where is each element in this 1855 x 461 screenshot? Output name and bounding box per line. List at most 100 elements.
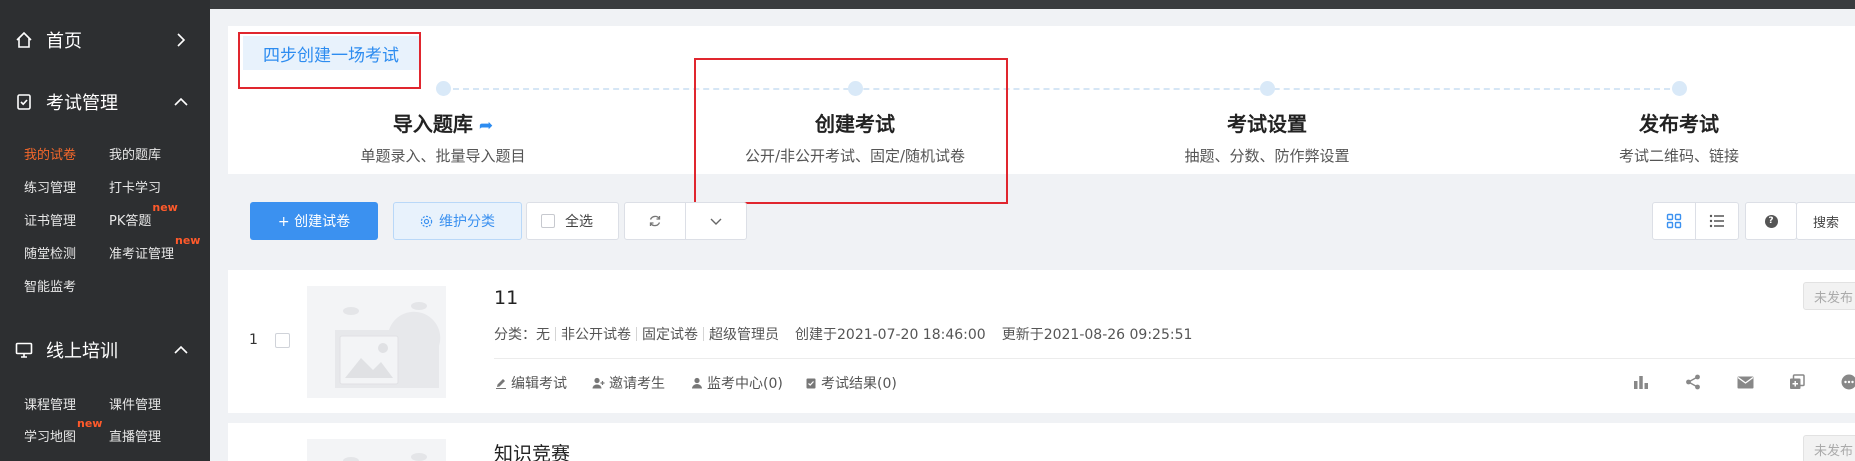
exam-created: 创建于2021-07-20 18:46:00 — [795, 327, 986, 343]
list-view-button[interactable] — [1695, 203, 1738, 239]
question-icon: ? — [1764, 214, 1778, 228]
exam-results-link[interactable]: 考试结果(0) — [804, 373, 897, 393]
select-all-checkbox[interactable]: 全选 — [526, 202, 619, 240]
sidebar-item-courseware[interactable]: 课件管理 — [109, 394, 161, 413]
sidebar-item-learning-map[interactable]: 学习地图new — [24, 417, 102, 445]
help-button[interactable]: ? — [1745, 202, 1797, 240]
exam-title[interactable]: 知识竞赛 — [494, 439, 570, 461]
new-badge: new — [77, 417, 103, 430]
highlight-outline — [694, 58, 1008, 204]
stats-icon[interactable] — [1631, 372, 1651, 392]
share-icon: ➦ — [478, 116, 494, 136]
divider — [636, 327, 637, 341]
sidebar-item-courses[interactable]: 课程管理 — [24, 394, 76, 413]
chevron-down-icon — [710, 218, 722, 225]
divider — [703, 327, 704, 341]
exam-meta: 分类：无 非公开试卷 固定试卷 超级管理员 创建于2021-07-20 18:4… — [494, 324, 1192, 344]
chevron-up-icon — [170, 91, 192, 113]
grid-icon — [1666, 213, 1682, 229]
status-badge: 未发布 — [1803, 435, 1855, 461]
step-desc: 抽题、分数、防作弊设置 — [1184, 147, 1350, 165]
proctor-center-link[interactable]: 监考中心(0) — [690, 373, 783, 393]
home-icon — [14, 30, 34, 50]
card-divider — [494, 358, 1855, 359]
exam-visibility: 非公开试卷 — [561, 327, 631, 343]
more-icon[interactable] — [1839, 372, 1855, 392]
edit-icon — [494, 377, 507, 390]
select-all-label: 全选 — [565, 214, 593, 230]
sidebar-item-check-in[interactable]: 打卡学习 — [109, 177, 161, 196]
step-dot — [436, 81, 451, 96]
sidebar-section-home[interactable]: 首页 — [0, 20, 210, 60]
row-index: 1 — [249, 332, 258, 348]
highlight-outline — [238, 32, 421, 89]
monitor-icon — [14, 340, 34, 360]
share-icon[interactable] — [1683, 372, 1703, 392]
edit-exam-link[interactable]: 编辑考试 — [494, 373, 567, 393]
chevron-up-icon — [170, 339, 192, 361]
exam-card — [228, 423, 1855, 461]
divider — [555, 327, 556, 341]
status-badge: 未发布 — [1803, 282, 1855, 310]
sidebar-item-pk-quiz[interactable]: PK答题new — [109, 201, 178, 229]
step-dot — [1260, 81, 1275, 96]
exam-paper-type: 固定试卷 — [642, 327, 698, 343]
search-label: 搜索 — [1813, 215, 1840, 231]
maintain-category-button[interactable]: 维护分类 — [393, 202, 522, 240]
sidebar-item-label: 学习地图 — [24, 430, 77, 446]
invite-candidates-label: 邀请考生 — [609, 376, 665, 392]
maintain-category-label: 维护分类 — [439, 214, 495, 230]
chevron-right-icon — [170, 29, 192, 51]
dropdown-button[interactable] — [685, 203, 746, 239]
exam-category: 分类：无 — [494, 327, 550, 343]
top-bar — [210, 0, 1855, 9]
exam-updated: 更新于2021-08-26 09:25:51 — [1001, 327, 1193, 343]
clipboard-icon — [804, 377, 817, 390]
sidebar-item-admission-ticket[interactable]: 准考证管理new — [109, 234, 200, 262]
step-desc: 考试二维码、链接 — [1618, 147, 1740, 165]
sidebar-item-label: PK答题 — [109, 214, 152, 230]
person-icon — [690, 377, 703, 390]
copy-icon[interactable] — [1787, 372, 1807, 392]
step-title-import[interactable]: 导入题库 ➦ — [393, 108, 493, 137]
grid-view-button[interactable] — [1653, 203, 1695, 239]
sidebar-item-live[interactable]: 直播管理 — [109, 426, 161, 445]
step-desc: 单题录入、批量导入题目 — [360, 147, 526, 165]
refresh-button[interactable] — [625, 203, 685, 239]
list-icon — [1709, 214, 1724, 228]
sidebar-item-practice[interactable]: 练习管理 — [24, 177, 76, 196]
sidebar-section-training[interactable]: 线上培训 — [0, 330, 210, 370]
refresh-icon — [649, 215, 661, 227]
exam-thumbnail — [307, 286, 446, 398]
sidebar-section-label: 考试管理 — [46, 93, 118, 114]
invite-candidates-link[interactable]: 邀请考生 — [592, 373, 665, 393]
exam-owner: 超级管理员 — [709, 327, 779, 343]
sidebar-item-certificates[interactable]: 证书管理 — [24, 210, 76, 229]
exam-title[interactable]: 11 — [494, 287, 518, 309]
new-badge: new — [152, 201, 178, 214]
sidebar-item-label: 准考证管理 — [109, 247, 175, 263]
step-title-publish[interactable]: 发布考试 — [1639, 108, 1719, 137]
sidebar-item-my-papers[interactable]: 我的试卷 — [24, 144, 76, 163]
sidebar: 首页 考试管理 我的试卷 我的题库 练习管理 打卡学习 证书管理 PK答题new… — [0, 0, 210, 461]
search-button[interactable]: 搜索 — [1796, 202, 1855, 240]
step-connector-line — [443, 88, 1680, 90]
view-toggle-group — [1652, 202, 1739, 240]
sidebar-section-exam[interactable]: 考试管理 — [0, 82, 210, 122]
sidebar-section-label: 首页 — [46, 31, 82, 52]
create-paper-button[interactable]: + 创建试卷 — [250, 202, 378, 240]
step-title-text: 导入题库 — [392, 112, 473, 136]
mail-icon[interactable] — [1735, 372, 1755, 392]
exam-icon — [14, 92, 34, 112]
sidebar-item-smart-proctor[interactable]: 智能监考 — [24, 276, 76, 295]
gear-icon — [420, 215, 433, 228]
exam-thumbnail — [307, 439, 446, 461]
new-badge: new — [175, 234, 201, 247]
step-dot — [1672, 81, 1687, 96]
sidebar-item-classroom-test[interactable]: 随堂检测 — [24, 243, 76, 262]
image-placeholder-icon — [343, 453, 427, 461]
step-title-settings[interactable]: 考试设置 — [1227, 108, 1307, 137]
sidebar-item-my-question-bank[interactable]: 我的题库 — [109, 144, 161, 163]
edit-exam-label: 编辑考试 — [511, 376, 567, 392]
row-checkbox[interactable] — [275, 333, 290, 348]
